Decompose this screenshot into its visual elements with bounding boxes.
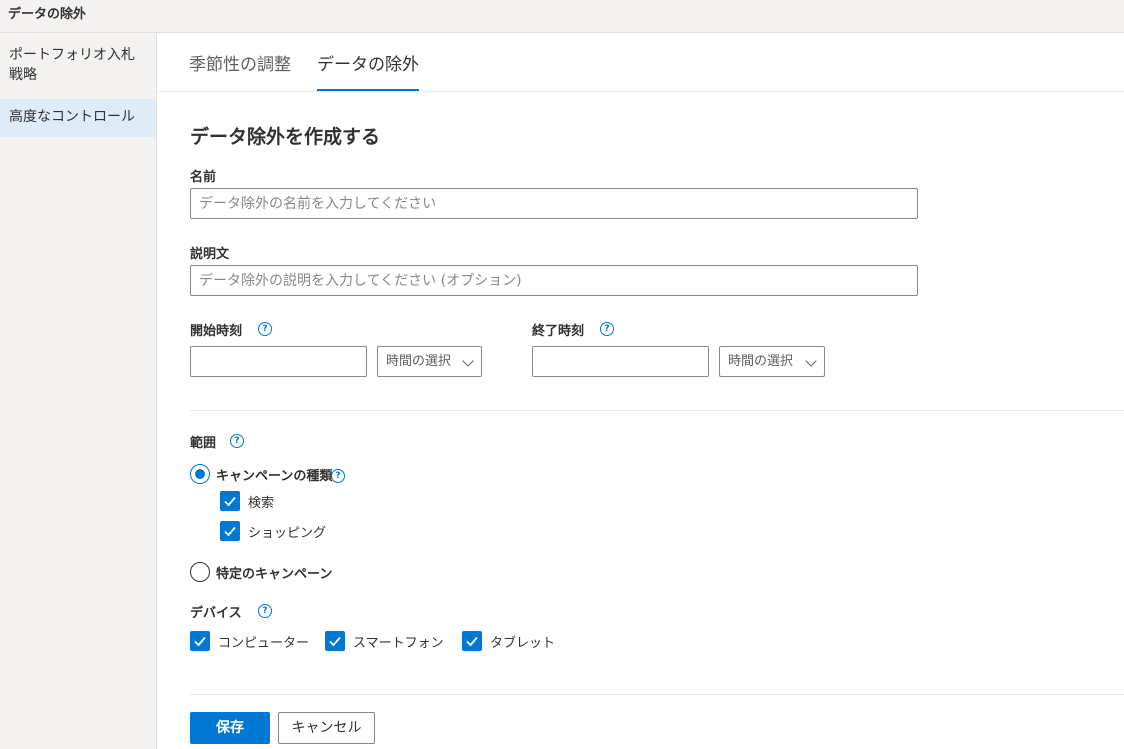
campaign-type-help-icon[interactable]: ? xyxy=(331,469,345,483)
device-label: デバイス xyxy=(190,606,242,621)
start-time-select[interactable]: 時間の選択 xyxy=(377,346,482,377)
scope-label: 範囲 xyxy=(190,436,217,451)
tablet-checkbox-label: タブレット xyxy=(490,636,556,651)
start-date-input[interactable] xyxy=(190,346,367,377)
start-time-help-icon[interactable]: ? xyxy=(258,322,272,336)
top-bar: データの除外 xyxy=(0,0,1124,33)
start-time-select-value: 時間の選択 xyxy=(386,354,452,369)
campaign-type-radio[interactable] xyxy=(190,464,210,484)
name-label: 名前 xyxy=(190,170,217,185)
specific-campaign-radio-label: 特定のキャンペーン xyxy=(216,567,333,582)
search-checkbox[interactable] xyxy=(220,491,240,511)
cancel-button[interactable]: キャンセル xyxy=(278,712,375,744)
campaign-type-radio-label: キャンペーンの種類 xyxy=(216,469,333,484)
shopping-checkbox[interactable] xyxy=(220,521,240,541)
checkmark-icon xyxy=(224,496,236,507)
shopping-checkbox-label: ショッピング xyxy=(248,526,327,541)
checkmark-icon xyxy=(194,636,206,647)
checkmark-icon xyxy=(224,526,236,537)
computer-checkbox-label: コンピューター xyxy=(218,636,310,651)
start-time-label: 開始時刻 xyxy=(190,324,243,339)
device-help-icon[interactable]: ? xyxy=(258,604,272,618)
form-heading: データ除外を作成する xyxy=(190,126,381,148)
smartphone-checkbox[interactable] xyxy=(325,631,345,651)
sidebar: ポートフォリオ入札戦略 高度なコントロール xyxy=(0,33,157,749)
sidebar-item-portfolio-bid-strategy[interactable]: ポートフォリオ入札戦略 xyxy=(0,45,156,93)
checkmark-icon xyxy=(466,636,478,647)
divider xyxy=(190,410,1124,411)
end-time-select[interactable]: 時間の選択 xyxy=(719,346,825,377)
smartphone-checkbox-label: スマートフォン xyxy=(353,636,444,651)
search-checkbox-label: 検索 xyxy=(248,496,275,511)
chevron-down-icon xyxy=(462,355,474,367)
page-title: データの除外 xyxy=(8,7,87,22)
specific-campaign-radio[interactable] xyxy=(190,562,210,582)
tablet-checkbox[interactable] xyxy=(462,631,482,651)
description-label: 説明文 xyxy=(190,247,230,262)
end-time-help-icon[interactable]: ? xyxy=(600,322,614,336)
computer-checkbox[interactable] xyxy=(190,631,210,651)
sidebar-item-advanced-controls[interactable]: 高度なコントロール xyxy=(0,99,156,137)
end-date-input[interactable] xyxy=(532,346,709,377)
save-button[interactable]: 保存 xyxy=(190,712,270,744)
name-input[interactable] xyxy=(190,188,918,219)
end-time-select-value: 時間の選択 xyxy=(728,354,794,369)
chevron-down-icon xyxy=(805,355,817,367)
checkmark-icon xyxy=(329,636,341,647)
end-time-label: 終了時刻 xyxy=(532,324,585,339)
tab-bar: 季節性の調整 データの除外 xyxy=(157,33,1124,92)
divider xyxy=(190,694,1124,695)
tab-data-exclusions[interactable]: データの除外 xyxy=(317,50,419,91)
tab-seasonality-adjustment[interactable]: 季節性の調整 xyxy=(189,50,291,89)
description-input[interactable] xyxy=(190,265,918,296)
scope-help-icon[interactable]: ? xyxy=(230,434,244,448)
